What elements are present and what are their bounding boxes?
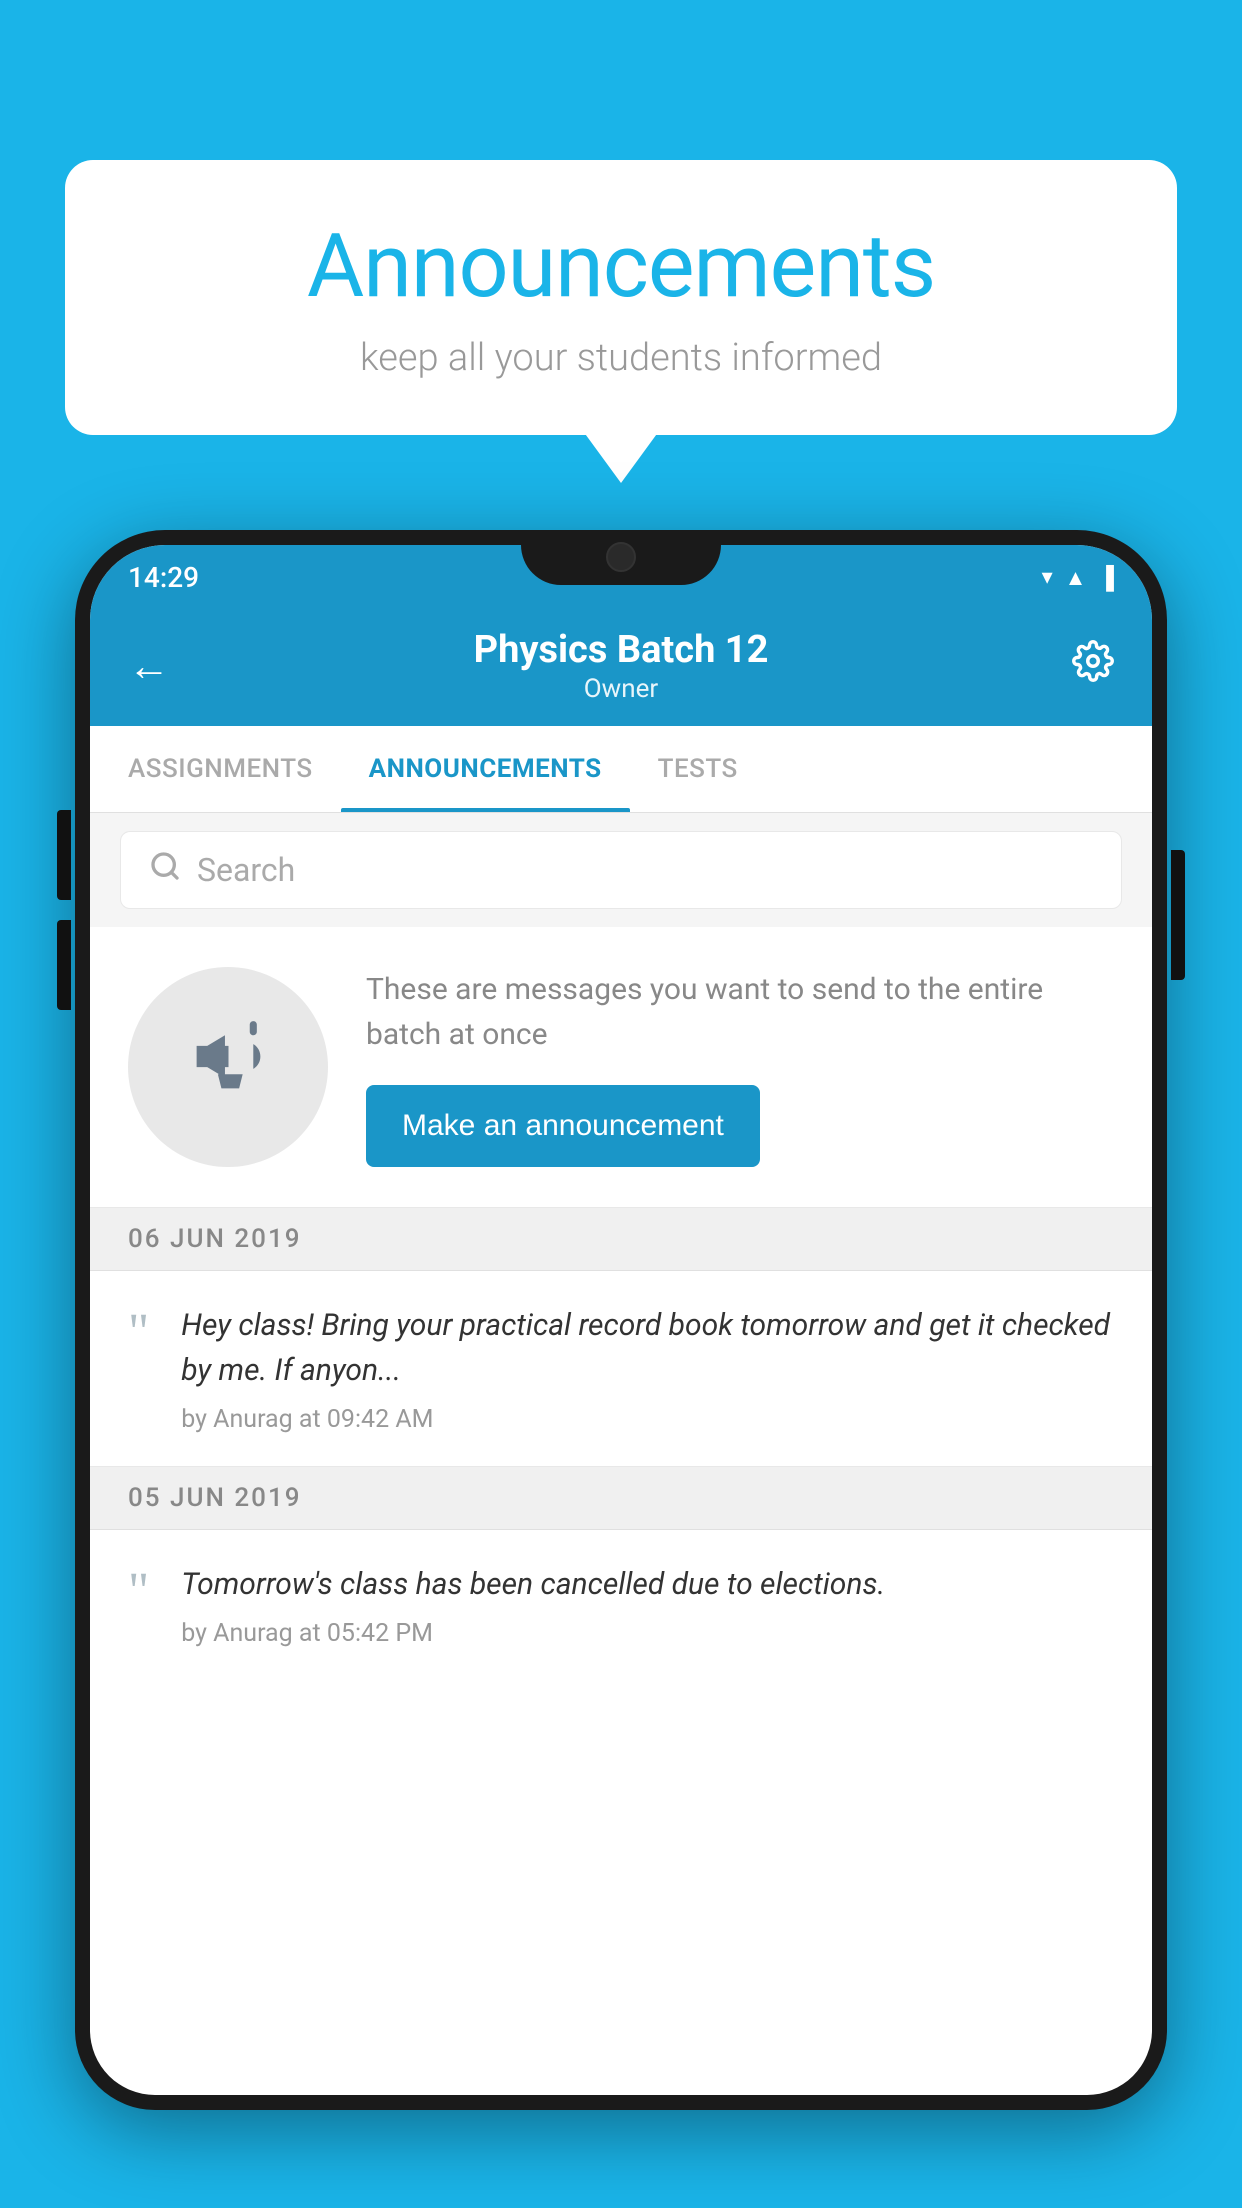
back-button[interactable]: ← xyxy=(128,642,170,691)
make-announcement-button[interactable]: Make an announcement xyxy=(366,1085,760,1167)
prompt-right: These are messages you want to send to t… xyxy=(366,967,1114,1167)
search-container: Search xyxy=(90,813,1152,927)
quote-icon-2: " xyxy=(128,1566,149,1618)
date-separator-2: 05 JUN 2019 xyxy=(90,1467,1152,1530)
search-icon xyxy=(149,850,181,890)
status-icons: ▾ ▲ ▐ xyxy=(1042,565,1114,591)
prompt-description: These are messages you want to send to t… xyxy=(366,967,1114,1057)
tab-announcements[interactable]: ANNOUNCEMENTS xyxy=(341,726,630,812)
megaphone-circle xyxy=(128,967,328,1167)
battery-icon: ▐ xyxy=(1098,565,1114,591)
header-center: Physics Batch 12 Owner xyxy=(170,628,1072,704)
tab-tests[interactable]: TESTS xyxy=(630,726,766,812)
date-separator-1: 06 JUN 2019 xyxy=(90,1208,1152,1271)
announcement-text-1: Hey class! Bring your practical record b… xyxy=(181,1303,1114,1393)
announcement-item-1[interactable]: " Hey class! Bring your practical record… xyxy=(90,1271,1152,1467)
tab-assignments[interactable]: ASSIGNMENTS xyxy=(100,726,341,812)
announcement-item-2[interactable]: " Tomorrow's class has been cancelled du… xyxy=(90,1530,1152,1708)
megaphone-icon xyxy=(186,1014,271,1120)
phone-outer: 14:29 ▾ ▲ ▐ ← Physics Batch 12 Owner xyxy=(75,530,1167,2110)
search-bar[interactable]: Search xyxy=(120,831,1122,909)
announcement-content-1: Hey class! Bring your practical record b… xyxy=(181,1303,1114,1434)
bubble-subtitle: keep all your students informed xyxy=(125,336,1117,380)
tabs-bar: ASSIGNMENTS ANNOUNCEMENTS TESTS xyxy=(90,726,1152,813)
signal-icon: ▲ xyxy=(1065,565,1087,591)
status-time: 14:29 xyxy=(128,561,199,594)
settings-button[interactable] xyxy=(1072,640,1114,693)
header-title: Physics Batch 12 xyxy=(170,628,1072,672)
speech-bubble: Announcements keep all your students inf… xyxy=(65,160,1177,435)
phone-screen: 14:29 ▾ ▲ ▐ ← Physics Batch 12 Owner xyxy=(90,545,1152,2095)
quote-icon-1: " xyxy=(128,1307,149,1359)
volume-button-up xyxy=(57,810,71,900)
header-subtitle: Owner xyxy=(170,674,1072,704)
wifi-icon: ▾ xyxy=(1042,565,1053,590)
app-header: ← Physics Batch 12 Owner xyxy=(90,610,1152,726)
phone-camera xyxy=(606,542,636,572)
bubble-title: Announcements xyxy=(125,215,1117,318)
volume-button-down xyxy=(57,920,71,1010)
speech-bubble-section: Announcements keep all your students inf… xyxy=(65,160,1177,435)
announcement-meta-2: by Anurag at 05:42 PM xyxy=(181,1619,1114,1648)
power-button xyxy=(1171,850,1185,980)
announcement-content-2: Tomorrow's class has been cancelled due … xyxy=(181,1562,1114,1648)
phone-mockup: 14:29 ▾ ▲ ▐ ← Physics Batch 12 Owner xyxy=(75,530,1167,2208)
announcement-text-2: Tomorrow's class has been cancelled due … xyxy=(181,1562,1114,1607)
announcement-meta-1: by Anurag at 09:42 AM xyxy=(181,1405,1114,1434)
search-placeholder-text: Search xyxy=(197,851,295,889)
announcement-prompt: These are messages you want to send to t… xyxy=(90,927,1152,1208)
phone-notch xyxy=(521,530,721,585)
